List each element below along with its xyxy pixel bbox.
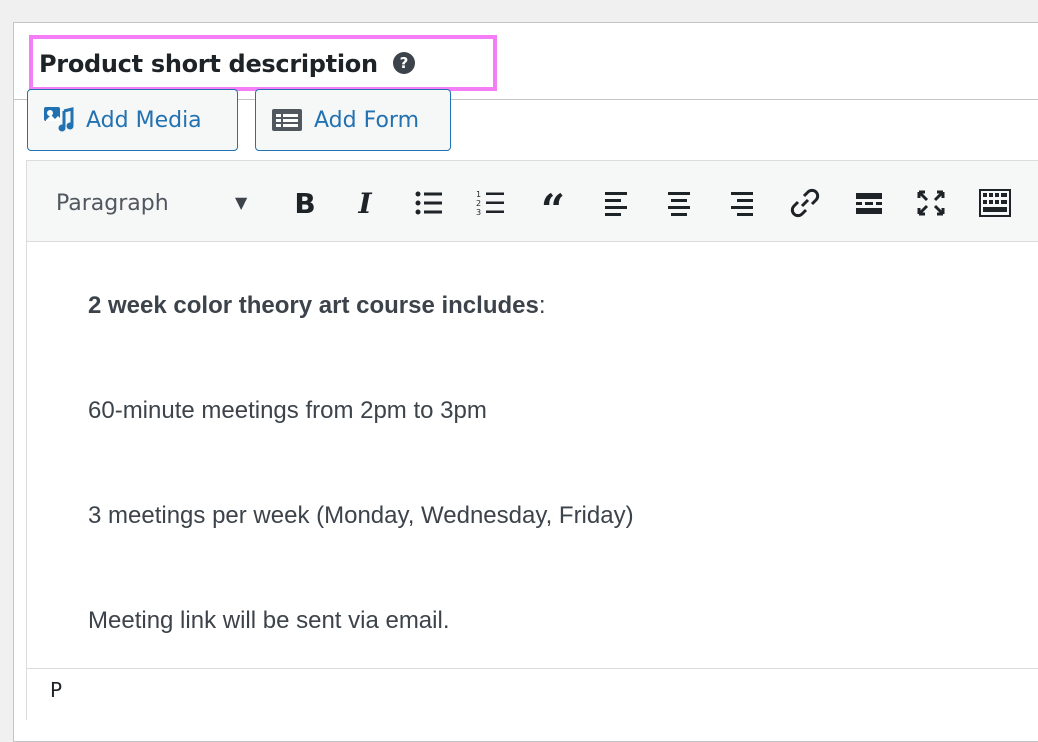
toolbar-toggle-button[interactable] — [977, 185, 1013, 221]
content-line-3: Meeting link will be sent via email. — [88, 607, 450, 634]
align-center-button[interactable] — [661, 185, 697, 221]
align-left-icon — [605, 192, 627, 216]
link-icon — [790, 188, 820, 218]
blockquote-icon: “ — [540, 185, 566, 234]
align-right-icon — [731, 192, 753, 216]
bulleted-list-button[interactable] — [411, 185, 447, 221]
editor-toolbar: Paragraph ▼ B I 1 2 3 “ — [27, 161, 1038, 242]
svg-text:1: 1 — [476, 190, 481, 199]
svg-text:3: 3 — [476, 208, 481, 217]
numbered-list-icon: 1 2 3 — [476, 190, 504, 217]
content-line-1: 60-minute meetings from 2pm to 3pm — [88, 397, 487, 424]
element-path[interactable]: P — [50, 678, 62, 702]
align-right-button[interactable] — [723, 185, 759, 221]
bold-button[interactable]: B — [287, 185, 323, 221]
editor-content[interactable]: 2 week color theory art course includes:… — [27, 242, 1038, 668]
toolbar-toggle-icon — [979, 189, 1011, 217]
content-heading-bold: 2 week color theory art course includes — [88, 292, 539, 319]
align-left-button[interactable] — [599, 185, 635, 221]
editor-status-bar: P — [27, 668, 1038, 722]
content-heading-suffix: : — [538, 292, 546, 319]
blockquote-button[interactable]: “ — [535, 185, 571, 231]
media-icon — [42, 105, 76, 135]
numbered-list-button[interactable]: 1 2 3 — [473, 185, 509, 221]
add-form-label: Add Form — [314, 107, 420, 133]
format-select-value: Paragraph — [56, 191, 169, 216]
italic-icon: I — [358, 186, 372, 220]
add-media-button[interactable]: Add Media — [27, 89, 238, 151]
add-form-button[interactable]: Add Form — [255, 89, 451, 151]
align-center-icon — [668, 192, 690, 216]
help-icon[interactable]: ? — [393, 52, 415, 74]
fullscreen-icon — [917, 190, 945, 216]
svg-text:2: 2 — [476, 199, 481, 208]
link-button[interactable] — [787, 185, 823, 221]
read-more-icon — [856, 193, 882, 214]
bulleted-list-icon — [415, 191, 442, 215]
content-heading: 2 week color theory art course includes: — [88, 292, 546, 320]
bold-icon: B — [294, 186, 316, 220]
read-more-button[interactable] — [851, 185, 887, 221]
content-line-2: 3 meetings per week (Monday, Wednesday, … — [88, 502, 634, 529]
add-media-label: Add Media — [86, 107, 202, 133]
panel-title: Product short description — [39, 50, 378, 78]
chevron-down-icon: ▼ — [235, 193, 248, 212]
italic-button[interactable]: I — [347, 185, 383, 221]
fullscreen-button[interactable] — [913, 185, 949, 221]
format-select[interactable]: Paragraph ▼ — [39, 183, 269, 223]
editor: Paragraph ▼ B I 1 2 3 “ 2 week color the… — [26, 160, 1038, 722]
form-icon — [270, 107, 304, 133]
